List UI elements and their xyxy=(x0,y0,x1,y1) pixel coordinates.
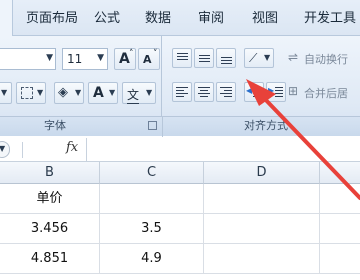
arrow-shaft xyxy=(260,94,360,200)
annotation-arrow xyxy=(246,79,360,200)
arrowhead-icon xyxy=(246,79,276,106)
